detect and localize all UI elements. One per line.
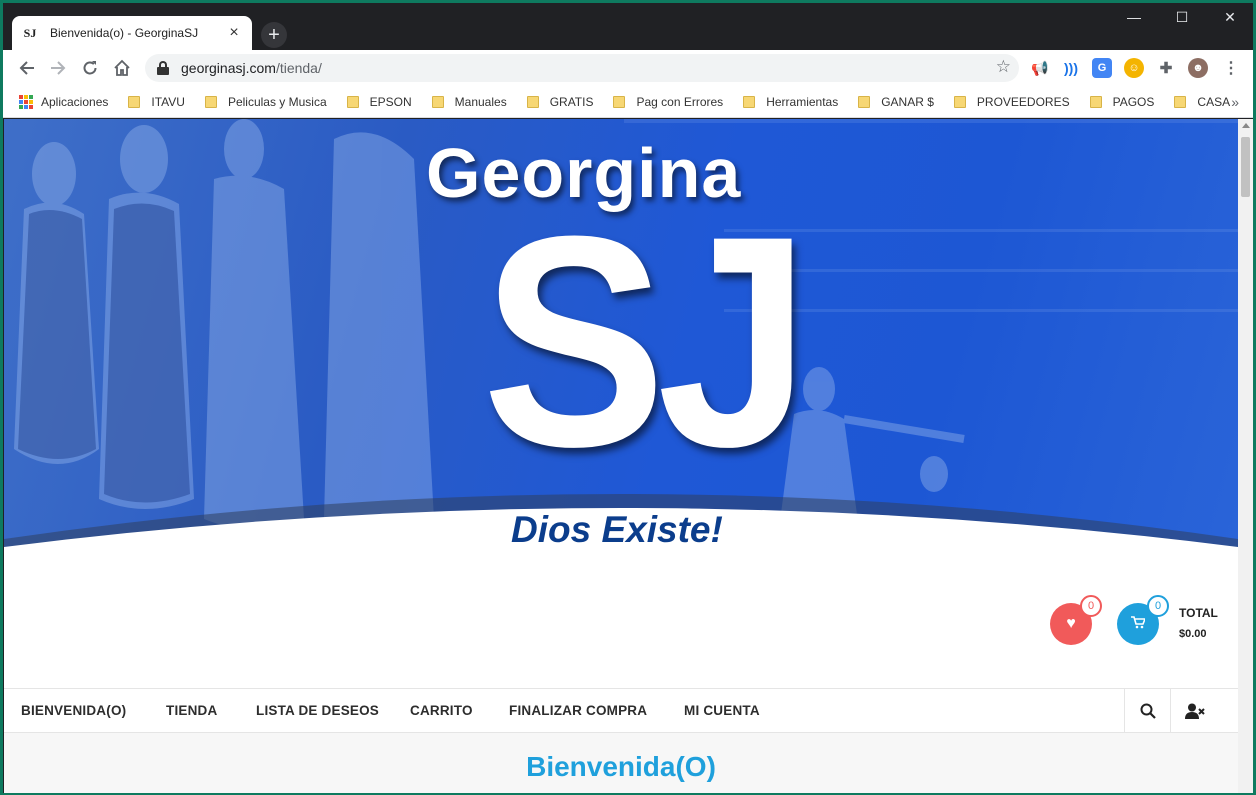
- minimize-icon[interactable]: —: [1111, 9, 1157, 25]
- bookmark-folder[interactable]: Pag con Errores: [613, 95, 723, 109]
- main-menu: BIENVENIDA(O) TIENDA LISTA DE DESEOS CAR…: [4, 688, 1238, 733]
- wishlist-button[interactable]: ♥ 0: [1050, 595, 1102, 645]
- heart-icon: ♥: [1066, 615, 1076, 632]
- folder-icon: [953, 95, 966, 108]
- folder-icon: [431, 95, 444, 108]
- page-scrollbar[interactable]: [1238, 119, 1253, 793]
- face-extension-icon[interactable]: ☺: [1124, 58, 1144, 78]
- profile-avatar[interactable]: ☻: [1188, 58, 1208, 78]
- extensions-puzzle-icon[interactable]: ✚: [1156, 58, 1176, 78]
- page-viewport: Georgina SJ Dios Existe! ♥ 0 0 TOTAL $0.…: [4, 119, 1238, 793]
- browser-window: SJ Bienvenida(o) - GeorginaSJ × + — ☐ ✕ …: [3, 3, 1253, 793]
- maximize-icon[interactable]: ☐: [1159, 9, 1205, 26]
- bookmark-aplicaciones[interactable]: Aplicaciones: [19, 94, 108, 109]
- folder-icon: [858, 95, 871, 108]
- page-content: Bienvenida(O): [4, 733, 1238, 793]
- bookmark-folder[interactable]: Herramientas: [743, 95, 838, 109]
- bookmark-folder[interactable]: PAGOS: [1089, 95, 1154, 109]
- cart-button[interactable]: 0: [1117, 595, 1169, 645]
- page-title: Bienvenida(O): [526, 751, 716, 782]
- folder-icon: [526, 95, 539, 108]
- bookmark-folder[interactable]: CASA: [1174, 95, 1230, 109]
- menu-item-carrito[interactable]: CARRITO: [410, 689, 473, 733]
- search-icon: [1140, 703, 1156, 719]
- forward-icon[interactable]: [46, 56, 70, 80]
- bookmark-folder[interactable]: ITAVU: [128, 95, 185, 109]
- close-tab-icon[interactable]: ×: [226, 24, 242, 42]
- bookmark-folder[interactable]: Manuales: [431, 95, 507, 109]
- translate-extension-icon[interactable]: G: [1092, 58, 1112, 78]
- reload-icon[interactable]: [78, 56, 102, 80]
- menu-item-bienvenida[interactable]: BIENVENIDA(O): [21, 689, 126, 733]
- lock-icon: [157, 61, 169, 75]
- browser-menu-icon[interactable]: ⋮: [1221, 58, 1241, 78]
- menu-item-mi-cuenta[interactable]: MI CUENTA: [684, 689, 760, 733]
- scroll-up-icon[interactable]: [1242, 123, 1250, 128]
- site-favicon-icon: SJ: [23, 25, 37, 40]
- menu-item-lista-de-deseos[interactable]: LISTA DE DESEOS: [256, 689, 379, 733]
- bookmark-star-icon[interactable]: ☆: [996, 57, 1011, 77]
- user-times-icon: [1184, 703, 1205, 719]
- menu-item-tienda[interactable]: TIENDA: [166, 689, 217, 733]
- url-text: georginasj.com/tienda/: [181, 60, 322, 76]
- browser-toolbar: georginasj.com/tienda/ ☆ 📢 ))) G ☺ ✚ ☻ ⋮: [3, 50, 1253, 86]
- account-button[interactable]: [1170, 689, 1218, 733]
- folder-icon: [204, 95, 217, 108]
- bookmark-folder[interactable]: Peliculas y Musica: [204, 95, 327, 109]
- search-button[interactable]: [1124, 689, 1170, 733]
- bookmark-folder[interactable]: EPSON: [346, 95, 412, 109]
- bookmark-folder[interactable]: GRATIS: [526, 95, 593, 109]
- megaphone-extension-icon[interactable]: 📢: [1030, 58, 1050, 78]
- wishlist-count-badge: 0: [1080, 595, 1102, 617]
- home-icon[interactable]: [110, 56, 134, 80]
- folder-icon: [128, 95, 141, 108]
- folder-icon: [346, 95, 359, 108]
- tab-strip: SJ Bienvenida(o) - GeorginaSJ × + — ☐ ✕: [3, 3, 1253, 50]
- folder-icon: [613, 95, 626, 108]
- folder-icon: [743, 95, 756, 108]
- cart-total-label: TOTAL: [1179, 606, 1218, 620]
- more-bookmarks-icon[interactable]: »: [1231, 94, 1239, 110]
- hero-banner: Georgina SJ Dios Existe!: [4, 119, 1238, 559]
- new-tab-button[interactable]: +: [261, 22, 287, 48]
- close-window-icon[interactable]: ✕: [1207, 9, 1253, 26]
- tab-title: Bienvenida(o) - GeorginaSJ: [50, 26, 199, 40]
- menu-item-finalizar-compra[interactable]: FINALIZAR COMPRA: [509, 689, 647, 733]
- bookmark-folder[interactable]: GANAR $: [858, 95, 934, 109]
- back-icon[interactable]: [15, 56, 39, 80]
- cart-total-value: $0.00: [1179, 628, 1207, 640]
- browser-tab[interactable]: SJ Bienvenida(o) - GeorginaSJ ×: [12, 16, 252, 50]
- bookmarks-bar: Aplicaciones ITAVU Peliculas y Musica EP…: [3, 86, 1253, 118]
- scrollbar-thumb[interactable]: [1241, 137, 1250, 197]
- cart-count-badge: 0: [1147, 595, 1169, 617]
- folder-icon: [1174, 95, 1187, 108]
- apps-grid-icon: [19, 94, 33, 109]
- address-bar[interactable]: georginasj.com/tienda/ ☆: [145, 54, 1019, 82]
- folder-icon: [1089, 95, 1102, 108]
- wave-extension-icon[interactable]: ))): [1061, 58, 1081, 78]
- cart-icon: [1131, 616, 1147, 632]
- brand-tagline: Dios Existe!: [511, 509, 723, 550]
- bookmark-folder[interactable]: PROVEEDORES: [953, 95, 1070, 109]
- brand-logo-sj: SJ: [482, 173, 810, 509]
